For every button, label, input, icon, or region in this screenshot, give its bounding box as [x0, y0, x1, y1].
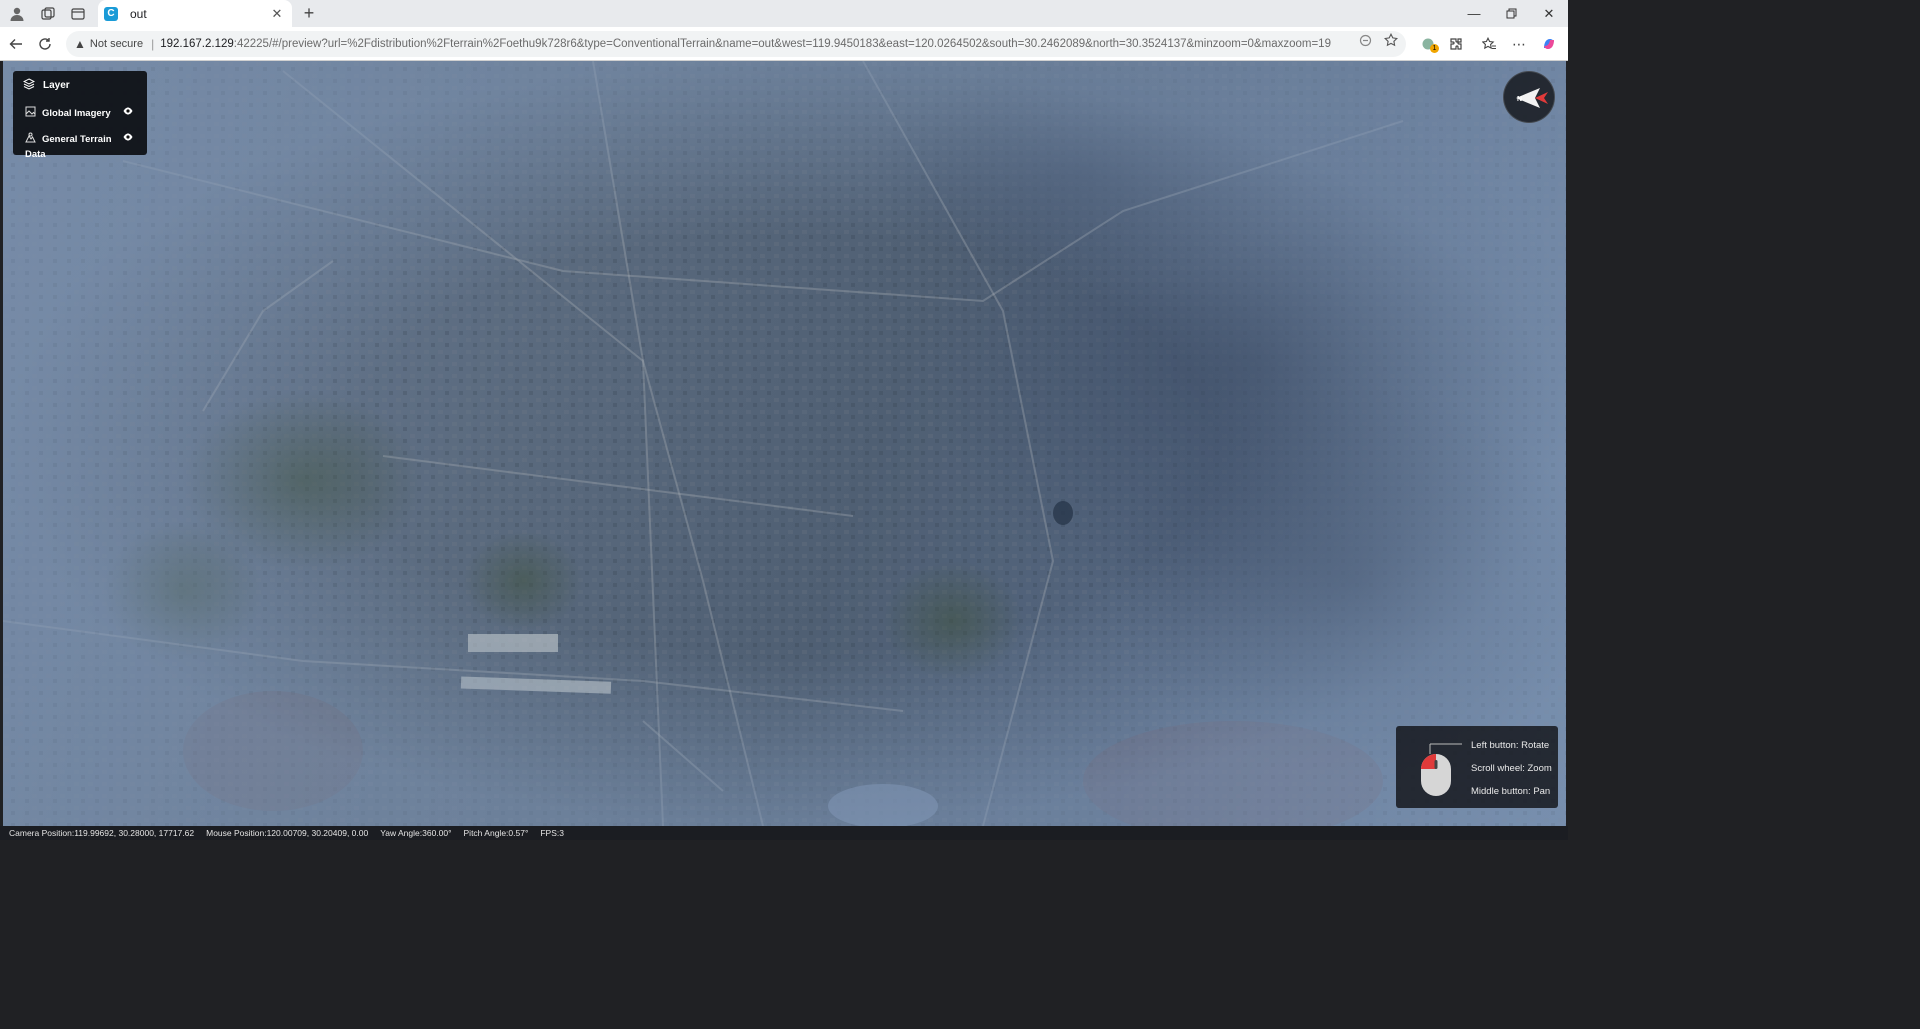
layer-item-label-wrap: Data [25, 149, 46, 160]
workspaces-icon[interactable] [33, 0, 63, 27]
tab-strip: C out ✕ + — ✕ [0, 0, 1568, 27]
layer-item-label: Global Imagery [42, 107, 111, 119]
close-window-icon[interactable]: ✕ [1530, 0, 1568, 27]
pitch-angle: Pitch Angle:0.57° [463, 828, 529, 838]
warning-icon[interactable]: ▲ [74, 37, 86, 51]
tab-title: out [130, 6, 147, 21]
camera-position: Camera Position:119.99692, 30.28000, 177… [9, 828, 195, 838]
compass-north-label: N [1517, 96, 1522, 103]
imagery-icon [25, 106, 39, 120]
extension-badge-icon[interactable]: 1 [1417, 33, 1439, 55]
yaw-angle: Yaw Angle:360.00° [380, 828, 452, 838]
fps-counter: FPS:3 [540, 828, 564, 838]
layer-panel: Layer Global Imagery General Terrain [13, 71, 147, 155]
copilot-icon[interactable] [1538, 33, 1560, 55]
address-bar: ▲ Not secure | 192.167.2.129:42225/#/pre… [0, 27, 1568, 61]
compass-widget[interactable]: N [1503, 71, 1555, 123]
layer-panel-title: Layer [43, 80, 70, 91]
visibility-eye-icon[interactable] [123, 107, 133, 117]
favorites-icon[interactable] [1478, 33, 1500, 55]
hint-left-button: Left button: Rotate [1471, 740, 1550, 751]
restore-icon[interactable] [1492, 0, 1530, 27]
back-icon[interactable] [5, 33, 27, 55]
layer-panel-header[interactable]: Layer [22, 78, 70, 93]
extensions-icon[interactable] [1445, 33, 1467, 55]
layer-item-label: General Terrain [42, 133, 112, 145]
url-input[interactable]: ▲ Not secure | 192.167.2.129:42225/#/pre… [66, 31, 1406, 57]
url-host: 192.167.2.129 [160, 38, 234, 50]
status-bar: Camera Position:119.99692, 30.28000, 177… [0, 826, 1568, 840]
layer-item-general-terrain[interactable]: General Terrain [25, 132, 112, 146]
mouse-position: Mouse Position:120.00709, 30.20409, 0.00 [206, 828, 369, 838]
layer-item-global-imagery[interactable]: Global Imagery [25, 106, 111, 120]
separator: | [151, 37, 155, 51]
favorite-star-icon[interactable] [1383, 32, 1399, 48]
minimize-icon[interactable]: — [1455, 0, 1493, 27]
hint-middle-button: Middle button: Pan [1471, 786, 1551, 797]
extension-count-badge: 1 [1430, 44, 1439, 53]
map-viewport[interactable] [3, 61, 1566, 826]
layers-icon [22, 78, 37, 93]
terrain-icon [25, 132, 39, 146]
reload-icon[interactable] [34, 33, 56, 55]
tab-actions-icon[interactable] [63, 0, 93, 27]
not-secure-label[interactable]: Not secure [90, 38, 143, 50]
new-tab-icon[interactable]: + [299, 2, 319, 24]
hint-scroll-wheel: Scroll wheel: Zoom [1471, 763, 1552, 774]
mouse-icon [1421, 743, 1462, 796]
site-favicon-icon: C [104, 6, 118, 21]
close-tab-icon[interactable]: ✕ [268, 6, 286, 22]
profile-icon[interactable] [2, 0, 32, 27]
tab-active[interactable]: C out ✕ [98, 0, 292, 27]
translate-icon[interactable] [1357, 32, 1373, 48]
url-path: :42225/#/preview?url=%2Fdistribution%2Ft… [233, 38, 1331, 50]
more-menu-icon[interactable]: ⋯ [1508, 33, 1530, 55]
visibility-eye-icon[interactable] [123, 133, 133, 143]
mouse-hint-panel: Left button: Rotate Scroll wheel: Zoom M… [1396, 726, 1558, 808]
satellite-imagery [3, 61, 1566, 826]
